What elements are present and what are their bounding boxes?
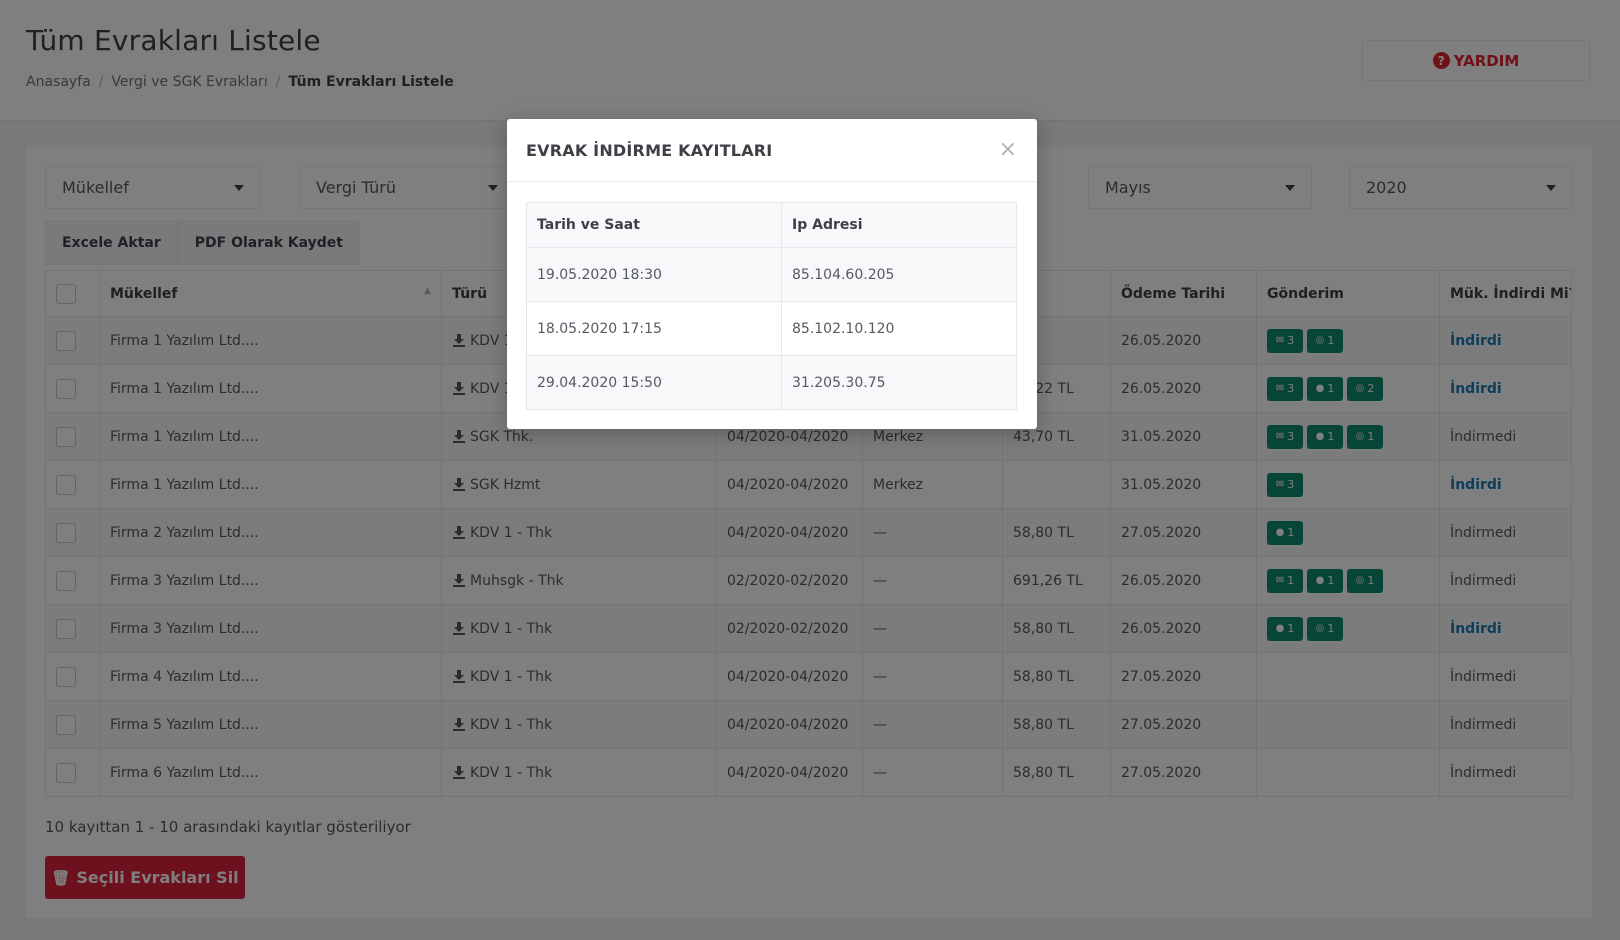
cell-tarih-saat: 18.05.2020 17:15 [526,301,782,356]
modal-table-row: 19.05.2020 18:30 85.104.60.205 [526,247,1017,302]
modal-title: EVRAK İNDİRME KAYITLARI [526,141,773,160]
modal-table-row: 29.04.2020 15:50 31.205.30.75 [526,355,1017,410]
download-log-table: Tarih ve Saat Ip Adresi 19.05.2020 18:30… [526,202,1017,410]
cell-tarih-saat: 19.05.2020 18:30 [526,247,782,302]
close-icon[interactable]: × [999,137,1017,162]
cell-tarih-saat: 29.04.2020 15:50 [526,355,782,410]
modal-header: EVRAK İNDİRME KAYITLARI × [507,119,1037,182]
cell-ip-adresi: 31.205.30.75 [781,355,1017,410]
col-tarih-saat: Tarih ve Saat [526,202,782,248]
modal-table-row: 18.05.2020 17:15 85.102.10.120 [526,301,1017,356]
modal-table-header-row: Tarih ve Saat Ip Adresi [526,202,1017,248]
col-ip-adresi: Ip Adresi [781,202,1017,248]
cell-ip-adresi: 85.102.10.120 [781,301,1017,356]
download-log-modal: EVRAK İNDİRME KAYITLARI × Tarih ve Saat … [507,119,1037,429]
modal-table-body: 19.05.2020 18:30 85.104.60.205 18.05.2020 … [526,247,1017,410]
cell-ip-adresi: 85.104.60.205 [781,247,1017,302]
